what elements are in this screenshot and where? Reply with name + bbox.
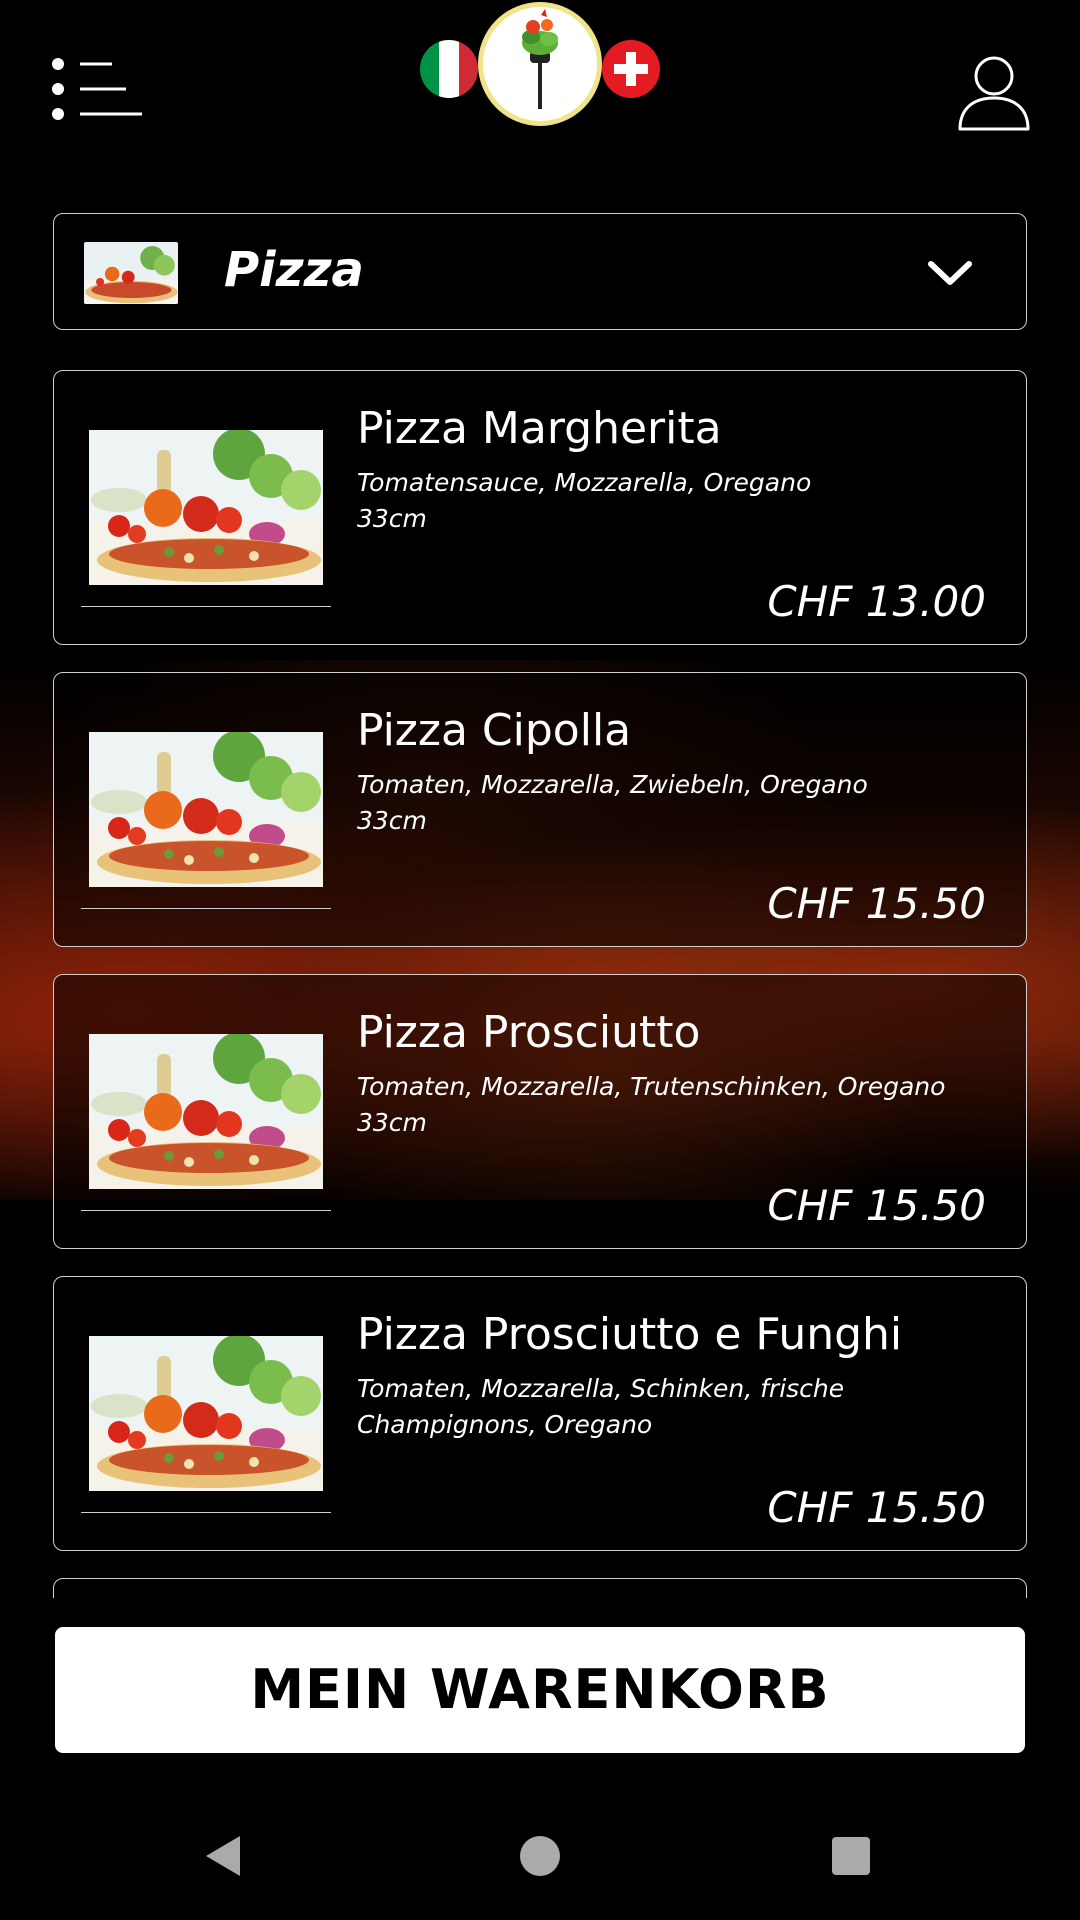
product-price: CHF 15.50 xyxy=(767,1483,986,1532)
product-name: Pizza Prosciutto e Funghi xyxy=(357,1309,903,1360)
switzerland-flag-icon[interactable] xyxy=(602,40,660,98)
product-card[interactable] xyxy=(53,1578,1027,1598)
product-description: Tomaten, Mozzarella, Schinken, frische C… xyxy=(357,1374,845,1439)
product-name: Pizza Cipolla xyxy=(357,705,632,756)
back-icon[interactable] xyxy=(200,1832,248,1880)
user-icon[interactable] xyxy=(956,52,1032,132)
product-image xyxy=(89,1336,323,1491)
product-name: Pizza Margherita xyxy=(357,403,722,454)
product-list[interactable]: Pizza Margherita Tomatensauce, Mozzarell… xyxy=(53,370,1027,1598)
system-nav-bar xyxy=(0,1790,1080,1920)
brand-logo xyxy=(420,2,660,136)
italy-flag-icon[interactable] xyxy=(420,40,478,98)
menu-icon[interactable] xyxy=(52,58,144,124)
image-divider xyxy=(81,1512,331,1513)
product-price: CHF 13.00 xyxy=(767,577,986,626)
product-card[interactable]: Pizza Cipolla Tomaten, Mozzarella, Zwieb… xyxy=(53,672,1027,947)
app-header xyxy=(0,0,1080,150)
image-divider xyxy=(81,1210,331,1211)
product-card[interactable]: Pizza Prosciutto Tomaten, Mozzarella, Tr… xyxy=(53,974,1027,1249)
product-description: Tomaten, Mozzarella, Trutenschinken, Ore… xyxy=(357,1072,946,1137)
image-divider xyxy=(81,908,331,909)
image-divider xyxy=(81,606,331,607)
product-image xyxy=(89,1034,323,1189)
recent-apps-icon[interactable] xyxy=(832,1837,870,1875)
category-thumbnail xyxy=(84,242,178,304)
cart-button[interactable]: MEIN WARENKORB xyxy=(55,1627,1025,1753)
product-description: Tomatensauce, Mozzarella, Oregano 33cm xyxy=(357,468,812,533)
chevron-down-icon[interactable] xyxy=(927,250,973,296)
product-card[interactable]: Pizza Margherita Tomatensauce, Mozzarell… xyxy=(53,370,1027,645)
logo-icon xyxy=(478,2,602,126)
product-image xyxy=(89,732,323,887)
product-card[interactable]: Pizza Prosciutto e Funghi Tomaten, Mozza… xyxy=(53,1276,1027,1551)
category-label: Pizza xyxy=(224,242,364,298)
app-screen: Pizza Pizza Margherita Tomatensauce, Moz… xyxy=(0,0,1080,1920)
product-price: CHF 15.50 xyxy=(767,879,986,928)
product-price: CHF 15.50 xyxy=(767,1181,986,1230)
product-image xyxy=(89,430,323,585)
home-icon[interactable] xyxy=(520,1836,560,1876)
category-dropdown[interactable]: Pizza xyxy=(53,213,1027,330)
product-name: Pizza Prosciutto xyxy=(357,1007,701,1058)
product-description: Tomaten, Mozzarella, Zwiebeln, Oregano 3… xyxy=(357,770,868,835)
